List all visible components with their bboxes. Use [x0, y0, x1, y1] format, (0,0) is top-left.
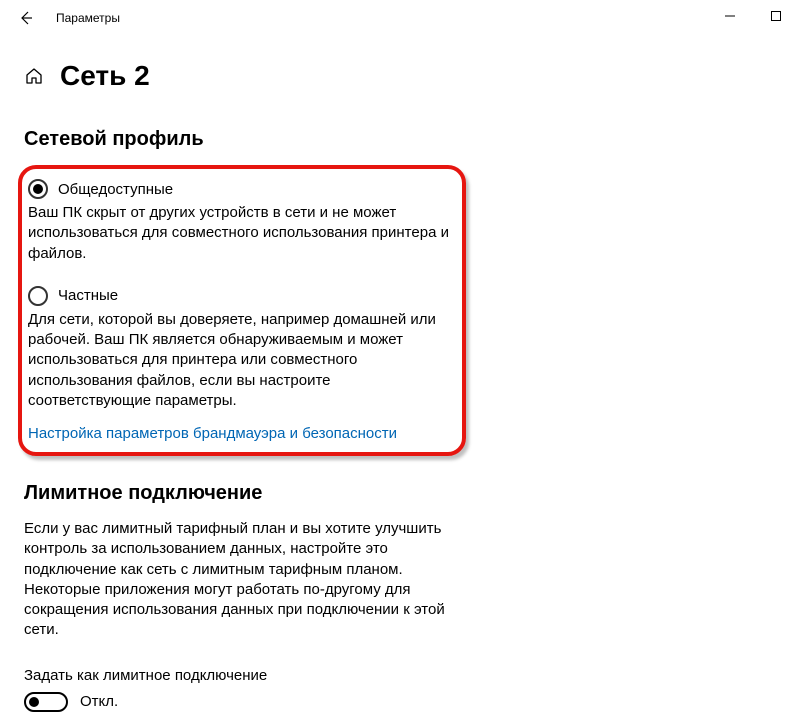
metered-desc: Если у вас лимитный тарифный план и вы х…	[24, 519, 456, 641]
page-title: Сеть 2	[60, 60, 150, 92]
app-name: Параметры	[56, 11, 120, 25]
highlight-box: Общедоступные Ваш ПК скрыт от других уст…	[18, 165, 466, 456]
toggle-thumb-icon	[29, 697, 39, 707]
maximize-button[interactable]	[753, 0, 799, 32]
radio-desc-public: Ваш ПК скрыт от других устройств в сети …	[28, 203, 454, 264]
radio-option-private: Частные Для сети, которой вы доверяете, …	[28, 286, 454, 411]
toggle-state: Откл.	[80, 693, 118, 710]
radio-public[interactable]: Общедоступные	[28, 179, 454, 199]
minimize-button[interactable]	[707, 0, 753, 32]
section-title-profile: Сетевой профиль	[24, 128, 456, 151]
radio-desc-private: Для сети, которой вы доверяете, например…	[28, 310, 454, 411]
firewall-link[interactable]: Настройка параметров брандмауэра и безоп…	[28, 425, 454, 442]
metered-toggle[interactable]	[24, 692, 68, 712]
radio-circle-icon	[28, 286, 48, 306]
radio-circle-icon	[28, 179, 48, 199]
toggle-label: Задать как лимитное подключение	[24, 667, 456, 684]
titlebar: Параметры	[0, 0, 799, 36]
arrow-left-icon	[18, 10, 34, 26]
minimize-icon	[725, 11, 735, 21]
section-title-metered: Лимитное подключение	[24, 482, 456, 505]
content: Сетевой профиль Общедоступные Ваш ПК скр…	[0, 128, 480, 712]
back-button[interactable]	[8, 0, 44, 36]
maximize-icon	[771, 11, 781, 21]
radio-dot-icon	[33, 184, 43, 194]
toggle-row: Откл.	[24, 692, 456, 712]
radio-option-public: Общедоступные Ваш ПК скрыт от других уст…	[28, 179, 454, 264]
radio-private[interactable]: Частные	[28, 286, 454, 306]
page-header: Сеть 2	[0, 36, 799, 102]
home-icon[interactable]	[24, 66, 44, 86]
window-controls	[707, 0, 799, 32]
radio-label-private: Частные	[58, 287, 118, 304]
radio-label-public: Общедоступные	[58, 181, 173, 198]
